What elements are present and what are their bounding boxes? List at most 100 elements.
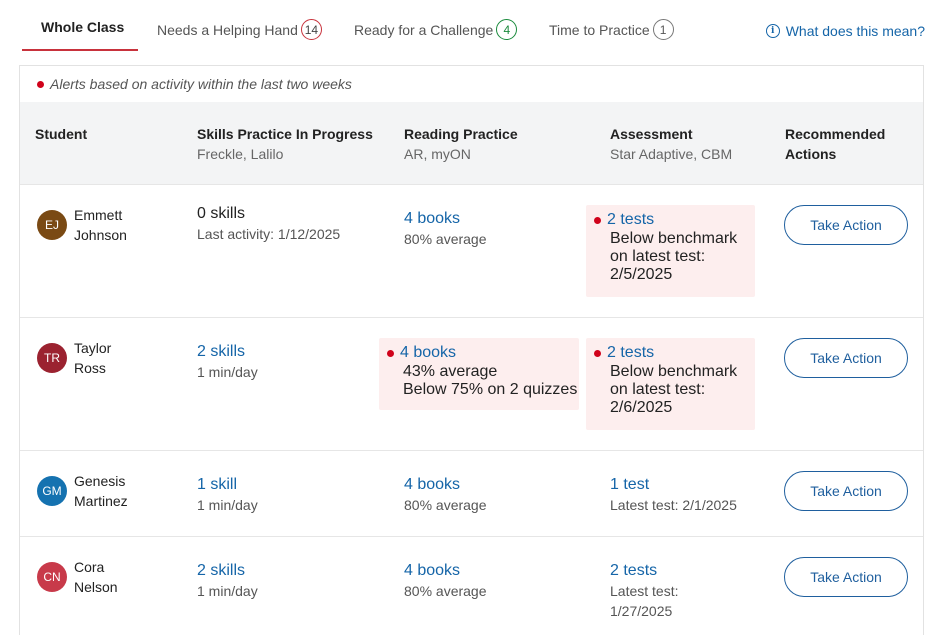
assessment-detail: Latest test: 2/1/2025 bbox=[610, 497, 737, 513]
tab-label: Ready for a Challenge bbox=[354, 21, 494, 38]
column-header-student: Student bbox=[35, 124, 87, 144]
assessment-detail: 2/5/2025 bbox=[610, 266, 673, 283]
reading-detail: Below 75% on 2 quizzes bbox=[403, 381, 578, 398]
student-first-name: Taylor bbox=[74, 340, 112, 356]
skills-link[interactable]: 2 skills bbox=[197, 561, 258, 581]
student-first-name: Cora bbox=[74, 559, 105, 575]
tab-ready-for-challenge[interactable]: Ready for a Challenge 4 bbox=[354, 19, 518, 40]
column-header-skills: Skills Practice In Progress Freckle, Lal… bbox=[197, 124, 373, 164]
skills-link[interactable]: 2 skills bbox=[197, 342, 258, 362]
take-action-button[interactable]: Take Action bbox=[784, 205, 908, 245]
column-header-reading: Reading Practice AR, myON bbox=[404, 124, 518, 164]
avatar: GM bbox=[37, 476, 67, 506]
alert-dot-icon bbox=[594, 216, 601, 224]
info-icon: i bbox=[765, 24, 780, 38]
column-subtitle: Star Adaptive, CBM bbox=[610, 146, 733, 162]
skills-cell: 2 skills 1 min/day bbox=[197, 561, 258, 601]
assessment-tests-link[interactable]: 2 tests bbox=[607, 210, 654, 230]
count-badge: 14 bbox=[300, 19, 322, 40]
reading-detail: 80% average bbox=[404, 583, 487, 599]
table-row: EJ Emmett Johnson 0 skills Last activity… bbox=[20, 184, 923, 317]
assessment-detail: on latest test: bbox=[610, 248, 706, 265]
avatar: TR bbox=[37, 343, 67, 373]
avatar: CN bbox=[37, 562, 67, 592]
student-name[interactable]: Emmett Johnson bbox=[74, 205, 127, 245]
assessment-cell: 1 test Latest test: 2/1/2025 bbox=[610, 475, 737, 515]
count-badge: 1 bbox=[652, 19, 674, 40]
tab-label: Whole Class bbox=[41, 19, 125, 35]
column-title: Student bbox=[35, 126, 88, 142]
column-subtitle: AR, myON bbox=[404, 146, 471, 162]
reading-cell: 4 books 80% average bbox=[404, 475, 487, 515]
reading-cell: 4 books 80% average bbox=[404, 561, 487, 601]
help-link-label: What does this mean? bbox=[785, 23, 925, 39]
reading-cell: 4 books 80% average bbox=[404, 209, 487, 249]
student-cell: EJ Emmett Johnson bbox=[37, 205, 127, 245]
tab-bar: Whole Class Needs a Helping Hand 14 Read… bbox=[22, 0, 925, 54]
skills-cell: 2 skills 1 min/day bbox=[197, 342, 258, 382]
column-title: Assessment bbox=[610, 126, 693, 142]
skills-detail: Last activity: 1/12/2025 bbox=[197, 226, 341, 242]
student-first-name: Genesis bbox=[74, 473, 126, 489]
column-title: Actions bbox=[785, 146, 837, 162]
reading-books-link[interactable]: 4 books bbox=[404, 475, 487, 495]
table-row: GM Genesis Martinez 1 skill 1 min/day 4 … bbox=[20, 450, 923, 536]
assessment-alert-box: 2 tests Below benchmark on latest test: … bbox=[586, 205, 755, 297]
assessment-detail: 1/27/2025 bbox=[610, 603, 673, 619]
alert-dot-icon bbox=[37, 80, 44, 88]
skills-link[interactable]: 1 skill bbox=[197, 475, 258, 495]
tab-label: Time to Practice bbox=[549, 21, 650, 38]
student-cell: GM Genesis Martinez bbox=[37, 471, 128, 511]
skills-cell: 1 skill 1 min/day bbox=[197, 475, 258, 515]
assessment-tests-link[interactable]: 2 tests bbox=[610, 561, 678, 581]
table-row: TR Taylor Ross 2 skills 1 min/day 4 book… bbox=[20, 317, 923, 450]
column-title: Skills Practice In Progress bbox=[197, 126, 373, 142]
tab-label: Needs a Helping Hand bbox=[157, 21, 298, 38]
column-header-assessment: Assessment Star Adaptive, CBM bbox=[610, 124, 732, 164]
table-header: Student Skills Practice In Progress Frec… bbox=[20, 102, 923, 184]
reading-detail: 80% average bbox=[404, 231, 487, 247]
skills-detail: 1 min/day bbox=[197, 583, 258, 599]
assessment-detail: Latest test: bbox=[610, 583, 679, 599]
student-last-name: Nelson bbox=[74, 579, 118, 595]
take-action-button[interactable]: Take Action bbox=[784, 471, 908, 511]
tab-time-to-practice[interactable]: Time to Practice 1 bbox=[549, 19, 674, 40]
student-cell: CN Cora Nelson bbox=[37, 557, 118, 597]
assessment-detail: Below benchmark bbox=[610, 363, 738, 380]
reading-books-link[interactable]: 4 books bbox=[404, 561, 487, 581]
assessment-alert-box: 2 tests Below benchmark on latest test: … bbox=[586, 338, 755, 430]
tab-needs-helping-hand[interactable]: Needs a Helping Hand 14 bbox=[157, 19, 322, 40]
assessment-detail: 2/6/2025 bbox=[610, 399, 673, 416]
tab-whole-class[interactable]: Whole Class bbox=[41, 19, 124, 35]
reading-books-link[interactable]: 4 books bbox=[404, 209, 487, 229]
assessment-tests-link[interactable]: 2 tests bbox=[607, 343, 654, 363]
what-does-this-mean-link[interactable]: i What does this mean? bbox=[765, 23, 925, 39]
student-name[interactable]: Taylor Ross bbox=[74, 338, 111, 378]
column-title: Reading Practice bbox=[404, 126, 518, 142]
skills-detail: 1 min/day bbox=[197, 497, 258, 513]
student-table: Alerts based on activity within the last… bbox=[19, 65, 924, 635]
assessment-cell: 2 tests Latest test: 1/27/2025 bbox=[610, 561, 678, 621]
avatar: EJ bbox=[37, 210, 67, 240]
alert-dot-icon bbox=[594, 349, 601, 357]
reading-books-link[interactable]: 4 books bbox=[400, 343, 456, 363]
take-action-button[interactable]: Take Action bbox=[784, 557, 908, 597]
alert-note: Alerts based on activity within the last… bbox=[20, 66, 923, 102]
alert-note-text: Alerts based on activity within the last… bbox=[50, 76, 352, 92]
student-name[interactable]: Genesis Martinez bbox=[74, 471, 128, 511]
table-row: CN Cora Nelson 2 skills 1 min/day 4 book… bbox=[20, 536, 923, 635]
student-last-name: Martinez bbox=[74, 493, 128, 509]
student-last-name: Ross bbox=[74, 360, 106, 376]
assessment-tests-link[interactable]: 1 test bbox=[610, 475, 737, 495]
skills-value: 0 skills bbox=[197, 205, 246, 222]
reading-alert-box: 4 books 43% average Below 75% on 2 quizz… bbox=[379, 338, 579, 410]
assessment-detail: Below benchmark bbox=[610, 230, 738, 247]
skills-detail: 1 min/day bbox=[197, 364, 258, 380]
student-first-name: Emmett bbox=[74, 207, 123, 223]
student-name[interactable]: Cora Nelson bbox=[74, 557, 118, 597]
reading-detail: 43% average bbox=[403, 363, 498, 380]
take-action-button[interactable]: Take Action bbox=[784, 338, 908, 378]
reading-detail: 80% average bbox=[404, 497, 487, 513]
student-last-name: Johnson bbox=[74, 227, 127, 243]
skills-cell: 0 skills Last activity: 1/12/2025 bbox=[197, 204, 340, 244]
